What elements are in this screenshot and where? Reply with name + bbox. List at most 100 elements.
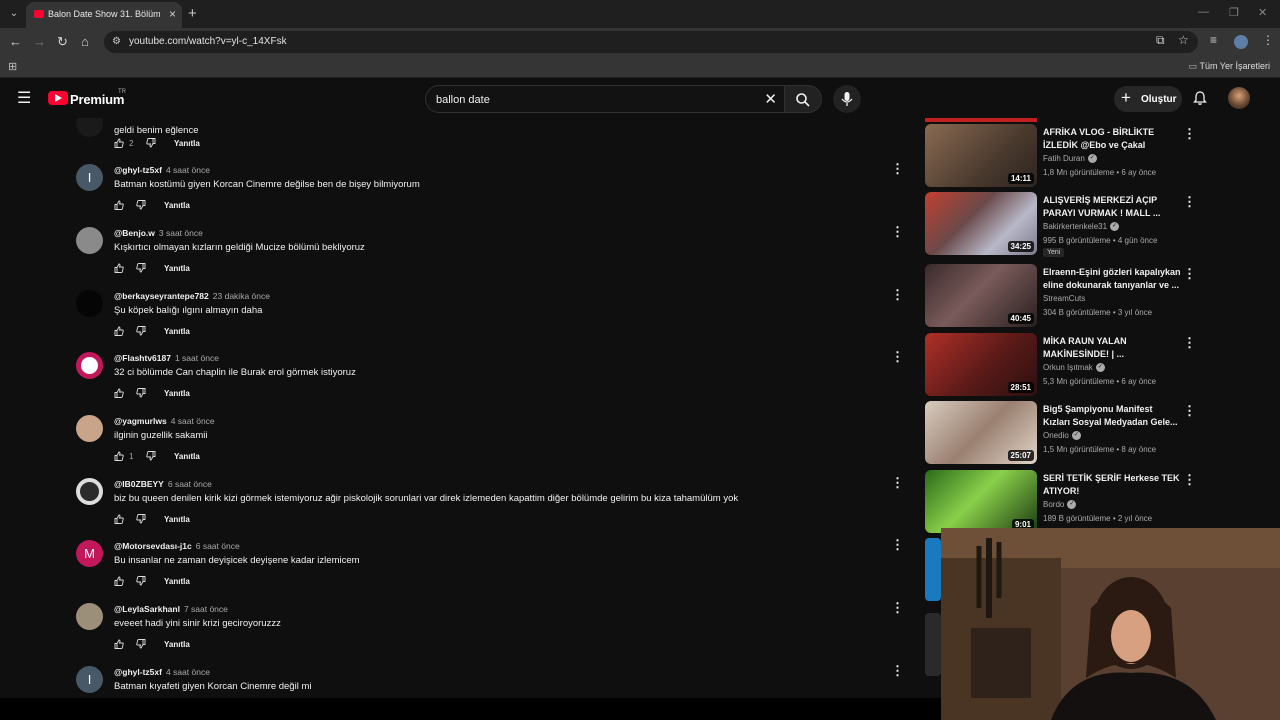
author-handle[interactable]: @Benjo.w [114,228,155,238]
window-close-icon[interactable]: ✕ [1258,6,1267,19]
comment-author[interactable]: @Flashtv6187 1 saat önce [114,353,219,363]
home-icon[interactable]: ⌂ [81,34,89,49]
search-input[interactable]: ballon date ✕ [425,85,785,113]
thumbs-up-icon[interactable] [114,451,124,461]
voice-search-button[interactable] [833,85,861,113]
reply-button[interactable]: Yanıtla [174,452,200,461]
thumbs-up-icon[interactable] [114,200,124,210]
reading-list-icon[interactable]: ≡ [1210,33,1217,47]
comment-avatar[interactable] [76,227,103,254]
reply-button[interactable]: Yanıtla [174,139,200,148]
thumbs-down-icon[interactable] [146,138,156,148]
comment-time[interactable]: 23 dakika önce [213,291,270,301]
comment-author[interactable]: @yagmurlws 4 saat önce [114,416,215,426]
comment-time[interactable]: 7 saat önce [184,604,228,614]
comment-time[interactable]: 4 saat önce [171,416,215,426]
thumbs-up-icon[interactable] [114,263,124,273]
recommended-video[interactable]: 14:11 AFRİKA VLOG - BİRLİKTE İZLEDİK @Eb… [925,124,1205,188]
video-thumbnail[interactable]: 28:51 [925,333,1037,396]
reply-button[interactable]: Yanıtla [164,640,190,649]
thumbs-down-icon[interactable] [136,388,146,398]
video-title[interactable]: SERİ TETİK ŞERİF Herkese TEK ATIYOR! [1043,472,1181,498]
video-more-icon[interactable]: ⋮ [1183,126,1196,142]
comment-author[interactable]: @Motorsevdası-j1c 6 saat önce [114,541,240,551]
video-title[interactable]: Elraenn-Eşini gözleri kapalıykan eline d… [1043,266,1181,292]
video-thumbnail[interactable]: 40:45 [925,264,1037,327]
thumbs-up-icon[interactable] [114,138,124,148]
reply-button[interactable]: Yanıtla [164,201,190,210]
comment-avatar[interactable]: M [76,540,103,567]
video-thumbnail[interactable]: 34:25 [925,192,1037,255]
comment-avatar[interactable] [76,352,103,379]
thumbs-up-icon[interactable] [114,326,124,336]
comment-author[interactable]: @LeylaSarkhanl 7 saat önce [114,604,228,614]
author-handle[interactable]: @IB0ZBEYY [114,479,164,489]
video-thumbnail[interactable]: 9:01 [925,470,1037,533]
channel-label[interactable]: Onedio [1043,431,1069,440]
comment-time[interactable]: 3 saat önce [159,228,203,238]
video-title[interactable]: Big5 Şampiyonu Manifest Kızları Sosyal M… [1043,403,1181,429]
recommended-video[interactable]: 34:25 ALIŞVERİŞ MERKEZİ AÇIP PARAYI VURM… [925,192,1205,257]
notifications-bell-icon[interactable] [1192,90,1208,106]
video-more-icon[interactable]: ⋮ [1183,194,1196,210]
new-tab-plus-icon[interactable]: + [188,5,197,22]
partial-thumbnail[interactable] [925,613,941,676]
reply-button[interactable]: Yanıtla [164,264,190,273]
back-arrow-icon[interactable]: ← [9,34,22,49]
comment-avatar[interactable]: I [76,164,103,191]
browser-tab[interactable]: Balon Date Show 31. Bölüm - Y × [26,2,182,28]
recommended-video[interactable]: 40:45 Elraenn-Eşini gözleri kapalıykan e… [925,264,1205,328]
address-bar[interactable]: ⚙ youtube.com/watch?v=yl-c_14XFsk [104,31,1198,53]
author-handle[interactable]: @berkayseyrantepe782 [114,291,209,301]
comment-more-icon[interactable]: ⋮ [891,663,904,679]
tab-search-chevron-icon[interactable]: ⌄ [6,6,22,22]
restore-icon[interactable]: ❐ [1229,6,1239,19]
comment-time[interactable]: 6 saat önce [168,479,212,489]
author-handle[interactable]: @Flashtv6187 [114,353,171,363]
comment-author[interactable]: @ghyl-tz5xf 4 saat önce [114,667,210,677]
menu-hamburger-icon[interactable]: ☰ [17,91,31,107]
author-handle[interactable]: @ghyl-tz5xf [114,667,162,677]
channel-label[interactable]: StreamCuts [1043,294,1085,303]
all-bookmarks-link[interactable]: ▭ Tüm Yer İşaretleri [1189,61,1270,72]
comment-avatar[interactable] [76,478,103,505]
profile-avatar-icon[interactable] [1234,35,1248,49]
comment-more-icon[interactable]: ⋮ [891,161,904,177]
video-title[interactable]: ALIŞVERİŞ MERKEZİ AÇIP PARAYI VURMAK ! M… [1043,194,1181,220]
thumbs-down-icon[interactable] [136,576,146,586]
video-more-icon[interactable]: ⋮ [1183,472,1196,488]
thumbs-up-icon[interactable] [114,388,124,398]
site-info-icon[interactable]: ⚙ [112,36,121,47]
reply-button[interactable]: Yanıtla [164,577,190,586]
comment-time[interactable]: 1 saat önce [175,353,219,363]
create-button[interactable]: + Oluştur [1114,86,1182,112]
author-handle[interactable]: @LeylaSarkhanl [114,604,180,614]
reply-button[interactable]: Yanıtla [164,515,190,524]
comment-author[interactable]: @ghyl-tz5xf 4 saat önce [114,165,210,175]
comment-author[interactable]: @IB0ZBEYY 6 saat önce [114,479,212,489]
channel-label[interactable]: Orkun Işıtmak [1043,363,1093,372]
thumbs-down-icon[interactable] [146,451,156,461]
video-thumbnail[interactable]: 25:07 [925,401,1037,464]
recommended-video[interactable]: 9:01 SERİ TETİK ŞERİF Herkese TEK ATIYOR… [925,470,1205,534]
author-handle[interactable]: @Motorsevdası-j1c [114,541,192,551]
tab-close-icon[interactable]: × [169,7,176,21]
comment-author[interactable]: @Benjo.w 3 saat önce [114,228,203,238]
logo-text[interactable]: Premium [70,92,124,107]
video-more-icon[interactable]: ⋮ [1183,266,1196,282]
channel-name[interactable]: Bordo ✓ [1043,500,1077,510]
channel-label[interactable]: Bordo [1043,500,1064,509]
clear-search-icon[interactable]: ✕ [764,90,777,108]
comment-more-icon[interactable]: ⋮ [891,287,904,303]
thumbs-down-icon[interactable] [136,200,146,210]
author-handle[interactable]: @yagmurlws [114,416,167,426]
channel-label[interactable]: Bakirkertenkele31 [1043,222,1107,231]
comment-more-icon[interactable]: ⋮ [891,537,904,553]
comment-time[interactable]: 6 saat önce [196,541,240,551]
thumbs-down-icon[interactable] [136,326,146,336]
channel-name[interactable]: Onedio ✓ [1043,431,1081,441]
channel-label[interactable]: Fatih Duran [1043,154,1085,163]
url-text[interactable]: youtube.com/watch?v=yl-c_14XFsk [129,36,287,47]
install-app-icon[interactable]: ⧉ [1156,33,1165,48]
comment-more-icon[interactable]: ⋮ [891,475,904,491]
